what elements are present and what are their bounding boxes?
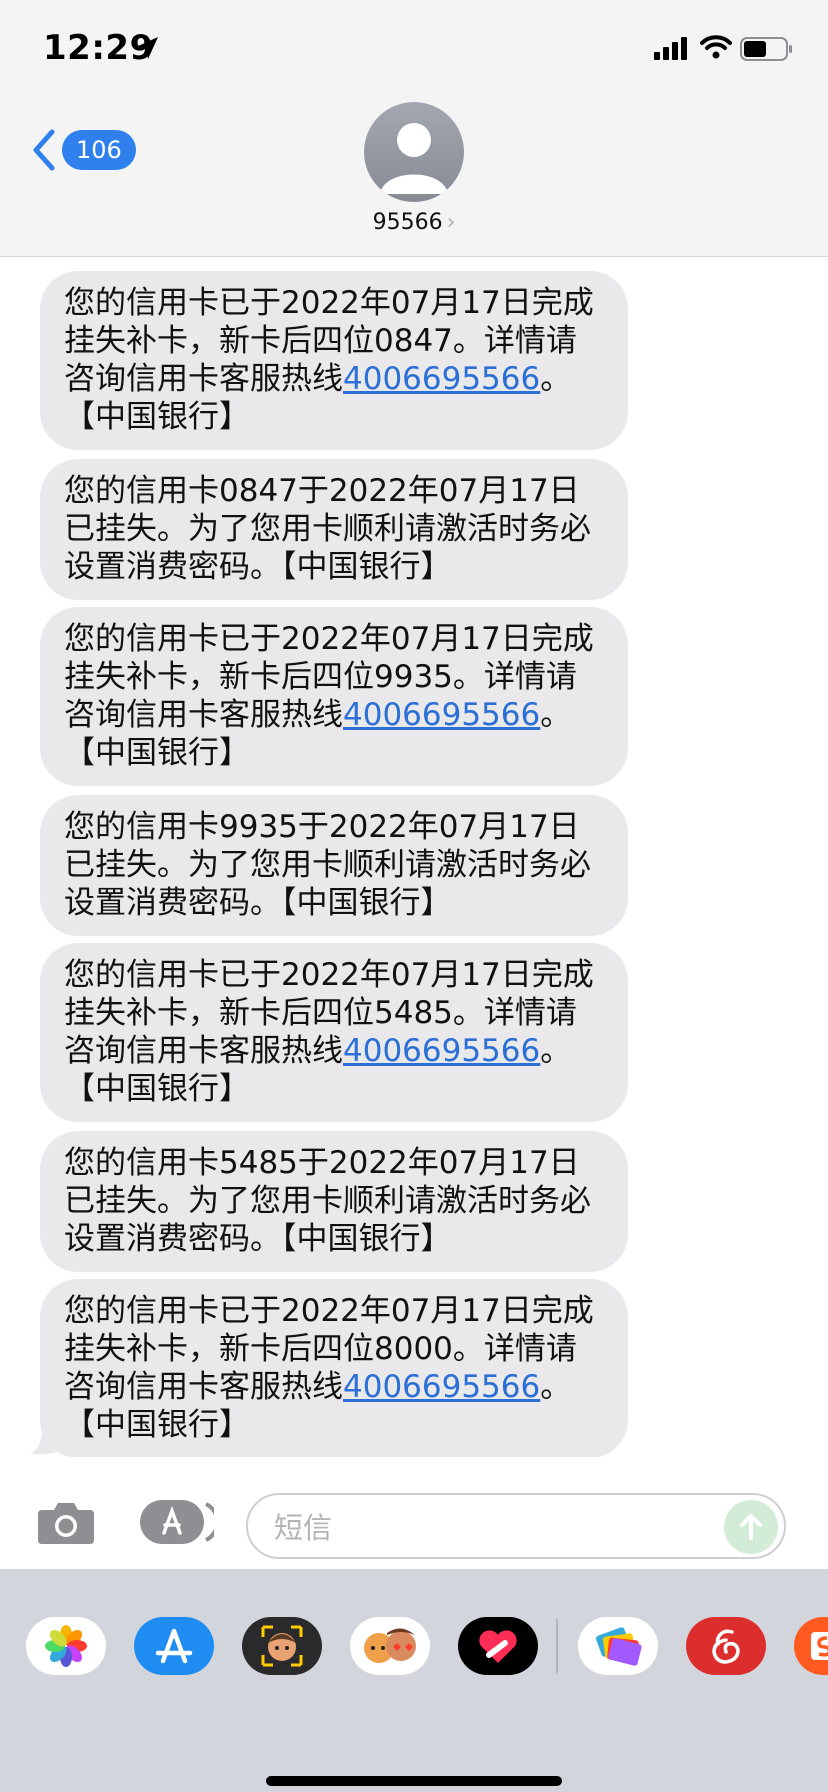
message-input-field[interactable]	[246, 1493, 786, 1559]
message-bubble[interactable]: 您的信用卡已于2022年07月17日完成挂失补卡，新卡后四位8000。详情请咨询…	[40, 1279, 628, 1457]
imessage-app-drawer	[0, 1569, 828, 1792]
message-text: 您的信用卡9935于2022年07月17日已挂失。为了您用卡顺利请激活时务必设置…	[64, 809, 591, 921]
message-bubble[interactable]: 您的信用卡已于2022年07月17日完成挂失补卡，新卡后四位5485。详情请咨询…	[40, 943, 628, 1122]
animoji-app-button[interactable]	[350, 1617, 430, 1675]
wallet-app-button[interactable]	[578, 1617, 658, 1675]
camera-button[interactable]	[36, 1498, 96, 1550]
phone-link[interactable]: 4006695566	[343, 1033, 540, 1069]
message-list[interactable]: 您的信用卡已于2022年07月17日完成挂失补卡，新卡后四位0847。详情请咨询…	[0, 257, 828, 1457]
contact-avatar[interactable]	[364, 102, 464, 202]
digital-touch-icon	[479, 1630, 517, 1663]
phone-link[interactable]: 4006695566	[343, 697, 540, 733]
memoji-icon	[261, 1625, 303, 1667]
app-icon	[811, 1632, 828, 1660]
send-button[interactable]	[724, 1500, 778, 1554]
animoji-icon	[364, 1628, 416, 1663]
contact-name: 95566	[372, 210, 443, 235]
phone-link[interactable]: 4006695566	[343, 361, 540, 397]
camera-icon	[38, 1503, 94, 1544]
message-bubble[interactable]: 您的信用卡已于2022年07月17日完成挂失补卡，新卡后四位9935。详情请咨询…	[40, 607, 628, 786]
wifi-icon	[700, 35, 732, 59]
message-bubble[interactable]: 您的信用卡已于2022年07月17日完成挂失补卡，新卡后四位0847。详情请咨询…	[40, 271, 628, 450]
status-bar: 12:29	[0, 0, 828, 96]
app-store-icon	[140, 1500, 220, 1544]
unread-count-badge: 106	[62, 130, 136, 170]
app-store-icon	[155, 1628, 193, 1664]
app-store-drawer-button[interactable]	[138, 1498, 220, 1550]
signal-icon	[654, 37, 687, 60]
bubble-tail	[30, 1428, 58, 1455]
back-button[interactable]: 106	[30, 128, 136, 172]
photos-app-button[interactable]	[26, 1617, 106, 1675]
chevron-right-icon: ›	[446, 210, 456, 235]
netease-music-icon	[712, 1629, 740, 1664]
message-text: 您的信用卡5485于2022年07月17日已挂失。为了您用卡顺利请激活时务必设置…	[64, 1145, 591, 1257]
person-icon	[380, 123, 448, 194]
memoji-app-button[interactable]	[242, 1617, 322, 1675]
message-bubble[interactable]: 您的信用卡0847于2022年07月17日已挂失。为了您用卡顺利请激活时务必设置…	[40, 459, 628, 600]
netease-music-app-button[interactable]	[686, 1617, 766, 1675]
phone-link[interactable]: 4006695566	[343, 1369, 540, 1405]
wallet-icon	[595, 1627, 642, 1666]
location-arrow-icon	[136, 37, 158, 59]
contact-name-button[interactable]: 95566 ›	[0, 210, 828, 235]
message-bubble[interactable]: 您的信用卡5485于2022年07月17日已挂失。为了您用卡顺利请激活时务必设置…	[40, 1131, 628, 1272]
drawer-divider	[556, 1619, 558, 1673]
arrow-up-icon	[740, 1514, 762, 1540]
battery-icon	[740, 37, 792, 61]
photos-icon	[45, 1625, 87, 1667]
chevron-left-icon	[33, 129, 55, 171]
app-store-app-button[interactable]	[134, 1617, 214, 1675]
digital-touch-app-button[interactable]	[458, 1617, 538, 1675]
message-text: 您的信用卡0847于2022年07月17日已挂失。为了您用卡顺利请激活时务必设置…	[64, 473, 591, 585]
home-indicator[interactable]	[266, 1776, 562, 1786]
app-button[interactable]	[794, 1617, 828, 1675]
message-bubble[interactable]: 您的信用卡9935于2022年07月17日已挂失。为了您用卡顺利请激活时务必设置…	[40, 795, 628, 936]
compose-bar	[0, 1468, 828, 1568]
message-input[interactable]	[272, 1505, 696, 1551]
